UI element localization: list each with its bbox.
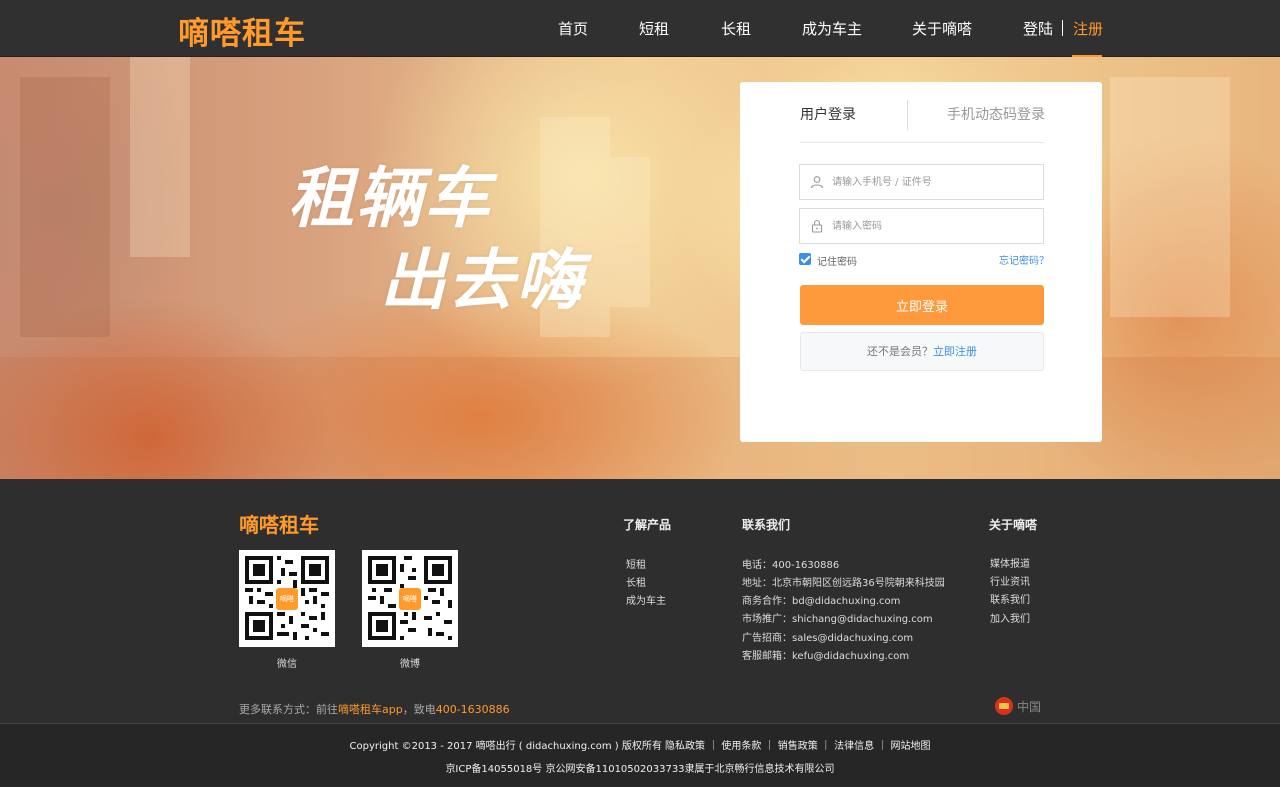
more-contact-line: 更多联系方式：前往嘀嗒租车app，致电400-1630886 <box>239 701 510 717</box>
user-icon <box>810 176 824 189</box>
lock-icon <box>811 219 823 233</box>
footer-link-contact-us[interactable]: 联系我们 <box>990 591 1030 606</box>
forgot-password-link[interactable]: 忘记密码？ <box>999 252 1049 267</box>
top-header: 嘀嗒租车 首页 短租 长租 成为车主 关于嘀嗒 登陆 注册 <box>0 0 1280 57</box>
nav-home[interactable]: 首页 <box>558 18 588 39</box>
weibo-qr-code: 嘀嗒 <box>362 550 458 647</box>
tab-phone-code-login[interactable]: 手机动态码登录 <box>947 104 1045 124</box>
background-building <box>1110 77 1230 317</box>
footer-logo: 嘀嗒租车 <box>239 513 319 537</box>
tab-user-login[interactable]: 用户登录 <box>800 104 856 124</box>
footer-products-title: 了解产品 <box>623 518 672 532</box>
tab-underline <box>800 142 1044 143</box>
contact-sales-email: 广告招商：sales@didachuxing.com <box>742 633 914 644</box>
tab-divider <box>907 100 908 130</box>
username-input[interactable] <box>832 165 1037 199</box>
didi-logo-badge: 嘀嗒 <box>276 588 298 610</box>
nav-long-rent[interactable]: 长租 <box>721 18 751 39</box>
footer-link-industry-news[interactable]: 行业资讯 <box>990 573 1030 588</box>
copyright-bar: Copyright ©2013 - 2017 嘀嗒出行 ( didachuxin… <box>0 723 1280 787</box>
footer-contact-title: 联系我们 <box>742 518 791 532</box>
contact-business-email: 商务合作：bd@didachuxing.com <box>742 596 901 607</box>
remember-checkbox[interactable] <box>799 253 811 265</box>
footer-link-join-us[interactable]: 加入我们 <box>990 610 1030 625</box>
hero-slogan-line2: 出去嗨 <box>380 242 584 319</box>
contact-service-email: 客服邮箱：kefu@didachuxing.com <box>742 651 910 662</box>
login-card: 用户登录 手机动态码登录 记住密码 忘记密码？ 立即登录 还不是会员？立即注册 <box>740 82 1102 442</box>
footer-about-title: 关于嘀嗒 <box>989 518 1038 532</box>
footer-link-become-owner[interactable]: 成为车主 <box>626 592 666 607</box>
background-building <box>610 157 650 307</box>
background-building <box>20 77 110 337</box>
footer-link-long-rent[interactable]: 长租 <box>626 574 646 589</box>
contact-marketing-email: 市场推广：shichang@didachuxing.com <box>742 614 933 625</box>
footer-link-media[interactable]: 媒体报道 <box>990 555 1030 570</box>
background-building <box>130 57 190 257</box>
contact-address: 地址：北京市朝阳区创远路36号院朝来科技园 <box>742 578 945 589</box>
username-field <box>799 164 1044 200</box>
wechat-caption: 微信 <box>277 659 297 670</box>
main-nav: 首页 短租 长租 成为车主 关于嘀嗒 登陆 注册 <box>0 18 1280 42</box>
password-input[interactable] <box>832 209 1037 243</box>
register-now-link[interactable]: 立即注册 <box>933 345 977 358</box>
more-contact-mid: ，致电 <box>402 703 436 716</box>
wechat-qr-code: 嘀嗒 <box>239 550 335 647</box>
nav-register[interactable]: 注册 <box>1073 18 1103 39</box>
nav-login[interactable]: 登陆 <box>1023 18 1053 39</box>
hotline-number: 400-1630886 <box>435 703 510 716</box>
china-flag-icon <box>995 697 1013 715</box>
footer-link-short-rent[interactable]: 短租 <box>626 556 646 571</box>
site-footer: 嘀嗒租车 嘀嗒 微信 嘀嗒 微博 了解产品 短租 长租 成为车主 联系我们 电话… <box>0 479 1280 723</box>
nav-short-rent[interactable]: 短租 <box>639 18 669 39</box>
nav-about[interactable]: 关于嘀嗒 <box>912 18 972 39</box>
app-link[interactable]: 嘀嗒租车app <box>338 703 403 716</box>
weibo-caption: 微博 <box>400 659 420 670</box>
not-member-text: 还不是会员？ <box>867 345 933 358</box>
region-label: 中国 <box>1017 700 1042 714</box>
more-contact-prefix: 更多联系方式：前往 <box>239 703 338 716</box>
remember-label: 记住密码 <box>817 257 857 268</box>
didi-logo-badge: 嘀嗒 <box>399 588 421 610</box>
password-field <box>799 208 1044 244</box>
nav-divider <box>1062 20 1063 36</box>
contact-phone: 电话：400-1630886 <box>742 560 840 571</box>
register-prompt: 还不是会员？立即注册 <box>800 332 1044 371</box>
nav-become-owner[interactable]: 成为车主 <box>802 18 862 39</box>
icp-text: 京ICP备14055018号 京公网安备11010502033733隶属于北京畅… <box>445 764 835 775</box>
copyright-text: Copyright ©2013 - 2017 嘀嗒出行 ( didachuxin… <box>349 741 931 752</box>
login-button[interactable]: 立即登录 <box>800 285 1044 325</box>
